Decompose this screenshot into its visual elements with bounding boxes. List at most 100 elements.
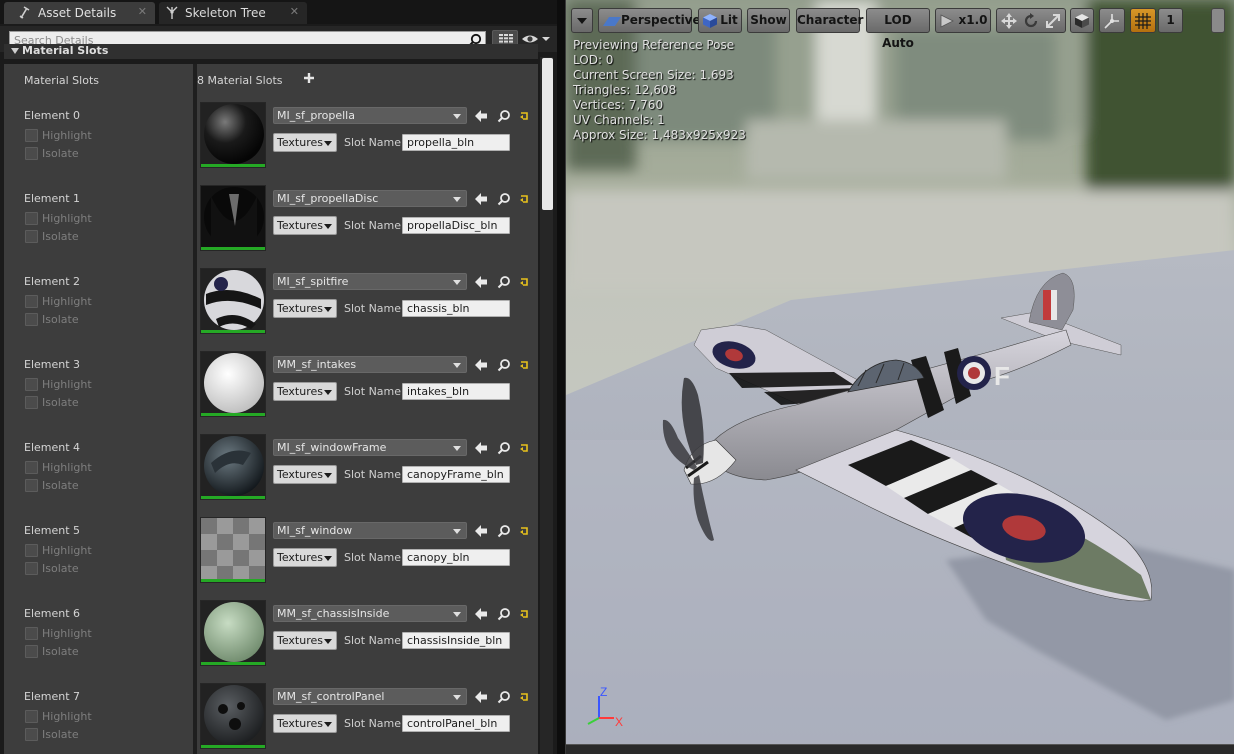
- use-selected-arrow-icon[interactable]: [474, 441, 488, 455]
- lit-button[interactable]: Lit: [698, 8, 742, 33]
- world-local-button[interactable]: [1070, 8, 1094, 33]
- material-thumbnail[interactable]: [200, 351, 266, 417]
- browse-magnifier-icon[interactable]: [497, 607, 511, 621]
- reset-to-default-icon[interactable]: [519, 692, 529, 702]
- highlight-checkbox[interactable]: [25, 294, 38, 308]
- browse-magnifier-icon[interactable]: [497, 441, 511, 455]
- reset-to-default-icon[interactable]: [519, 360, 529, 370]
- textures-dropdown[interactable]: Textures: [273, 714, 337, 733]
- use-selected-arrow-icon[interactable]: [474, 109, 488, 123]
- reset-to-default-icon[interactable]: [519, 277, 529, 287]
- textures-dropdown[interactable]: Textures: [273, 548, 337, 567]
- material-thumbnail[interactable]: [200, 185, 266, 251]
- move-icon[interactable]: [1001, 13, 1017, 29]
- material-thumbnail[interactable]: [200, 268, 266, 334]
- tab-asset-details[interactable]: Asset Details ✕: [4, 2, 155, 24]
- textures-dropdown[interactable]: Textures: [273, 216, 337, 235]
- use-selected-arrow-icon[interactable]: [474, 607, 488, 621]
- panel-splitter[interactable]: [557, 0, 565, 754]
- slot-name-label: Slot Name: [344, 717, 402, 730]
- material-picker[interactable]: MI_sf_windowFrame: [273, 439, 467, 456]
- highlight-checkbox[interactable]: [25, 211, 38, 225]
- material-thumbnail[interactable]: [200, 434, 266, 500]
- highlight-checkbox[interactable]: [25, 626, 38, 640]
- slot-name-field[interactable]: propellaDisc_bln: [402, 217, 510, 234]
- isolate-checkbox[interactable]: [25, 561, 38, 575]
- viewport-options-button[interactable]: [571, 8, 593, 33]
- lod-button[interactable]: LOD Auto: [866, 8, 930, 50]
- surface-snapping-button[interactable]: [1099, 8, 1125, 33]
- isolate-checkbox[interactable]: [25, 146, 38, 160]
- use-selected-arrow-icon[interactable]: [474, 192, 488, 206]
- skeleton-icon: [166, 6, 178, 19]
- highlight-checkbox[interactable]: [25, 543, 38, 557]
- slot-name-label: Slot Name: [344, 551, 402, 564]
- isolate-checkbox[interactable]: [25, 644, 38, 658]
- isolate-checkbox[interactable]: [25, 229, 38, 243]
- browse-magnifier-icon[interactable]: [497, 690, 511, 704]
- use-selected-arrow-icon[interactable]: [474, 275, 488, 289]
- material-slots-category-header[interactable]: Material Slots: [4, 44, 538, 59]
- material-thumbnail[interactable]: [200, 600, 266, 666]
- reset-to-default-icon[interactable]: [519, 111, 529, 121]
- material-picker[interactable]: MI_sf_spitfire: [273, 273, 467, 290]
- material-picker[interactable]: MM_sf_controlPanel: [273, 688, 467, 705]
- textures-dropdown[interactable]: Textures: [273, 465, 337, 484]
- reset-to-default-icon[interactable]: [519, 443, 529, 453]
- isolate-checkbox[interactable]: [25, 395, 38, 409]
- use-selected-arrow-icon[interactable]: [474, 524, 488, 538]
- browse-magnifier-icon[interactable]: [497, 358, 511, 372]
- use-selected-arrow-icon[interactable]: [474, 358, 488, 372]
- highlight-checkbox[interactable]: [25, 460, 38, 474]
- browse-magnifier-icon[interactable]: [497, 275, 511, 289]
- isolate-checkbox[interactable]: [25, 727, 38, 741]
- slot-name-field[interactable]: chassisInside_bln: [402, 632, 510, 649]
- reset-to-default-icon[interactable]: [519, 526, 529, 536]
- highlight-checkbox[interactable]: [25, 709, 38, 723]
- scrollbar-thumb[interactable]: [542, 58, 553, 210]
- material-thumbnail[interactable]: [200, 683, 266, 749]
- textures-dropdown[interactable]: Textures: [273, 382, 337, 401]
- material-picker[interactable]: MM_sf_chassisInside: [273, 605, 467, 622]
- textures-dropdown[interactable]: Textures: [273, 133, 337, 152]
- close-icon[interactable]: ✕: [138, 5, 147, 18]
- play-icon: [940, 14, 954, 28]
- camera-speed-button[interactable]: 1: [1158, 8, 1183, 33]
- isolate-checkbox[interactable]: [25, 478, 38, 492]
- browse-magnifier-icon[interactable]: [497, 524, 511, 538]
- material-picker[interactable]: MI_sf_window: [273, 522, 467, 539]
- use-selected-arrow-icon[interactable]: [474, 690, 488, 704]
- material-thumbnail[interactable]: [200, 517, 266, 583]
- viewport-scroll-button[interactable]: [1211, 8, 1225, 33]
- browse-magnifier-icon[interactable]: [497, 192, 511, 206]
- slot-name-field[interactable]: canopy_bln: [402, 549, 510, 566]
- add-icon[interactable]: [302, 71, 316, 85]
- slot-name-field[interactable]: controlPanel_bln: [402, 715, 510, 732]
- rotate-icon[interactable]: [1023, 13, 1039, 29]
- slot-name-field[interactable]: chassis_bln: [402, 300, 510, 317]
- grid-snap-button[interactable]: [1130, 8, 1156, 33]
- material-thumbnail[interactable]: [200, 102, 266, 168]
- slot-name-field[interactable]: intakes_bln: [402, 383, 510, 400]
- material-picker[interactable]: MI_sf_propellaDisc: [273, 190, 467, 207]
- reset-to-default-icon[interactable]: [519, 609, 529, 619]
- scale-icon[interactable]: [1045, 13, 1061, 29]
- perspective-button[interactable]: Perspective: [598, 8, 701, 33]
- material-picker[interactable]: MM_sf_intakes: [273, 356, 467, 373]
- preview-viewport[interactable]: F Perspective Lit Show Character LOD Aut…: [565, 0, 1234, 754]
- show-button[interactable]: Show: [747, 8, 790, 33]
- tab-skeleton-tree[interactable]: Skeleton Tree ✕: [159, 2, 307, 24]
- material-picker[interactable]: MI_sf_propella: [273, 107, 467, 124]
- character-button[interactable]: Character: [796, 8, 863, 33]
- textures-dropdown[interactable]: Textures: [273, 631, 337, 650]
- textures-dropdown[interactable]: Textures: [273, 299, 337, 318]
- browse-magnifier-icon[interactable]: [497, 109, 511, 123]
- reset-to-default-icon[interactable]: [519, 194, 529, 204]
- close-icon[interactable]: ✕: [290, 5, 299, 18]
- highlight-checkbox[interactable]: [25, 128, 38, 142]
- highlight-checkbox[interactable]: [25, 377, 38, 391]
- isolate-checkbox[interactable]: [25, 312, 38, 326]
- slot-name-field[interactable]: propella_bln: [402, 134, 510, 151]
- playback-speed-button[interactable]: x1.0: [935, 8, 991, 33]
- slot-name-field[interactable]: canopyFrame_bln: [402, 466, 510, 483]
